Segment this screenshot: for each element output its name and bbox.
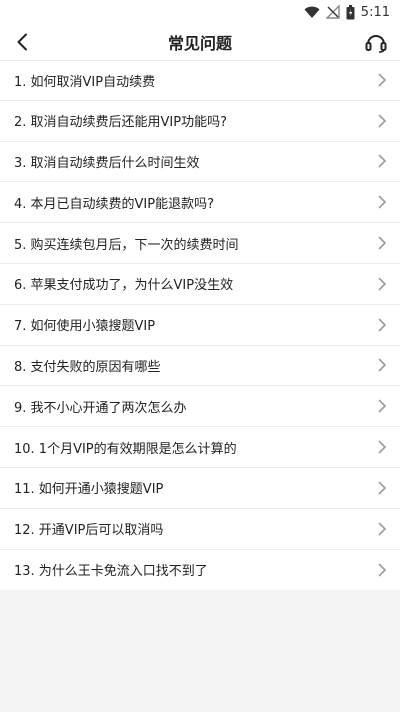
faq-item-label: 1. 如何取消VIP自动续费 [14,74,156,90]
faq-item-label: 3. 取消自动续费后什么时间生效 [14,155,200,171]
chevron-right-icon [378,155,386,168]
faq-item[interactable]: 5. 购买连续包月后，下一次的续费时间 [0,223,400,264]
back-button[interactable] [8,28,36,56]
faq-item-label: 13. 为什么王卡免流入口找不到了 [14,564,208,580]
chevron-right-icon [378,74,386,87]
faq-item[interactable]: 11. 如何开通小猿搜题VIP [0,468,400,509]
chevron-right-icon [378,195,386,209]
no-signal-icon [325,5,340,19]
chevron-right-icon [378,359,386,372]
faq-item-label: 12. 开通VIP后可以取消吗 [14,523,164,539]
chevron-right-icon [378,114,386,127]
faq-item-label: 9. 我不小心开通了两次怎么办 [14,400,187,416]
faq-item-label: 10. 1个月VIP的有效期限是怎么计算的 [14,441,237,457]
status-time: 5:11 [360,4,390,20]
faq-item-label: 7. 如何使用小猿搜题VIP [14,319,156,335]
faq-item[interactable]: 12. 开通VIP后可以取消吗 [0,509,400,550]
faq-item[interactable]: 13. 为什么王卡免流入口找不到了 [0,550,400,591]
chevron-right-icon [378,522,386,535]
battery-icon [346,4,355,19]
chevron-right-icon [378,563,386,577]
faq-item-label: 5. 购买连续包月后，下一次的续费时间 [14,237,239,253]
page-title: 常见问题 [167,34,232,53]
faq-item[interactable]: 2. 取消自动续费后还能用VIP功能吗? [0,101,400,142]
faq-item[interactable]: 9. 我不小心开通了两次怎么办 [0,386,400,428]
faq-item[interactable]: 3. 取消自动续费后什么时间生效 [0,142,400,183]
headset-icon [365,35,387,53]
faq-item-label: 4. 本月已自动续费的VIP能退款吗? [14,196,215,212]
faq-item[interactable]: 4. 本月已自动续费的VIP能退款吗? [0,182,400,224]
faq-item[interactable]: 1. 如何取消VIP自动续费 [0,60,400,101]
wifi-icon [304,6,320,18]
chevron-right-icon [378,481,386,495]
faq-item[interactable]: 6. 苹果支付成功了，为什么VIP没生效 [0,264,400,305]
faq-list: 1. 如何取消VIP自动续费 2. 取消自动续费后还能用VIP功能吗? 3. 取消自… [0,60,400,591]
chevron-right-icon [378,277,386,291]
chevron-right-icon [378,399,386,413]
faq-item[interactable]: 8. 支付失败的原因有哪些 [0,346,400,387]
chevron-right-icon [378,236,386,250]
chevron-left-icon [17,33,27,51]
faq-item-label: 6. 苹果支付成功了，为什么VIP没生效 [14,278,234,294]
faq-item-label: 11. 如何开通小猿搜题VIP [14,482,164,498]
faq-item[interactable]: 10. 1个月VIP的有效期限是怎么计算的 [0,427,400,468]
faq-item-label: 8. 支付失败的原因有哪些 [14,359,161,375]
app-bar: 常见问题 [0,24,400,60]
chevron-right-icon [378,440,386,454]
customer-service-button[interactable] [362,29,390,57]
faq-item[interactable]: 7. 如何使用小猿搜题VIP [0,305,400,346]
chevron-right-icon [378,318,386,331]
status-bar: 5:11 [0,0,400,24]
faq-item-label: 2. 取消自动续费后还能用VIP功能吗? [14,115,228,131]
